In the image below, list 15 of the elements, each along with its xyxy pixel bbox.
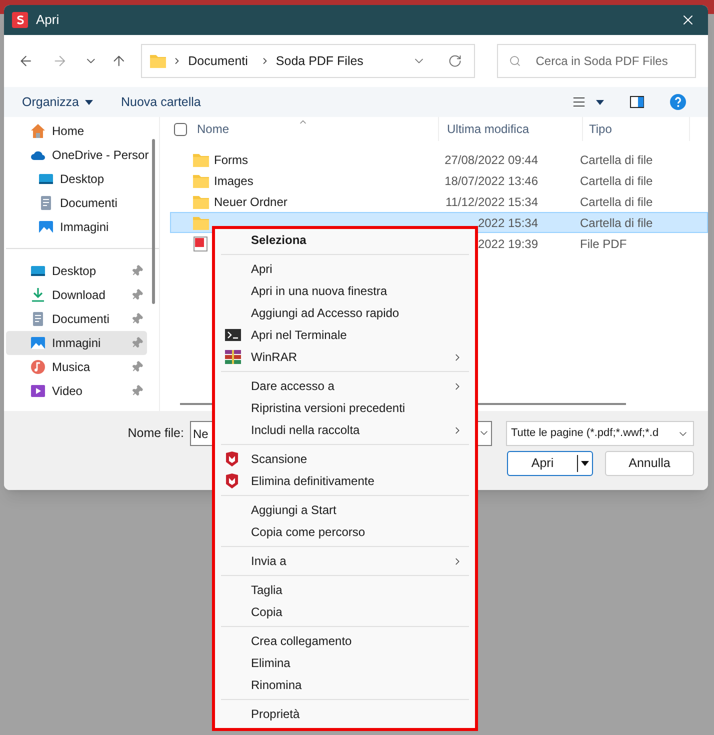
file-type: Cartella di file (579, 214, 653, 232)
file-type: Cartella di file (579, 152, 653, 168)
file-type: Cartella di file (579, 194, 653, 210)
modified-date: 2022 19:39 (476, 236, 538, 252)
modified-date: 11/12/2022 15:34 (444, 194, 538, 210)
modified-date: 27/08/2022 09:44 (444, 152, 538, 168)
file-name: Images (214, 172, 254, 190)
file-name: Neuer Ordner (214, 194, 288, 210)
file-type: Cartella di file (579, 172, 653, 190)
file-name: Forms (214, 152, 248, 168)
modified-date: 2022 15:34 (476, 214, 538, 232)
window-title: Apri (36, 11, 60, 30)
file-type: File PDF (579, 236, 627, 252)
file-name-label: Nome file: (128, 425, 184, 442)
modified-date: 18/07/2022 13:46 (444, 172, 538, 190)
